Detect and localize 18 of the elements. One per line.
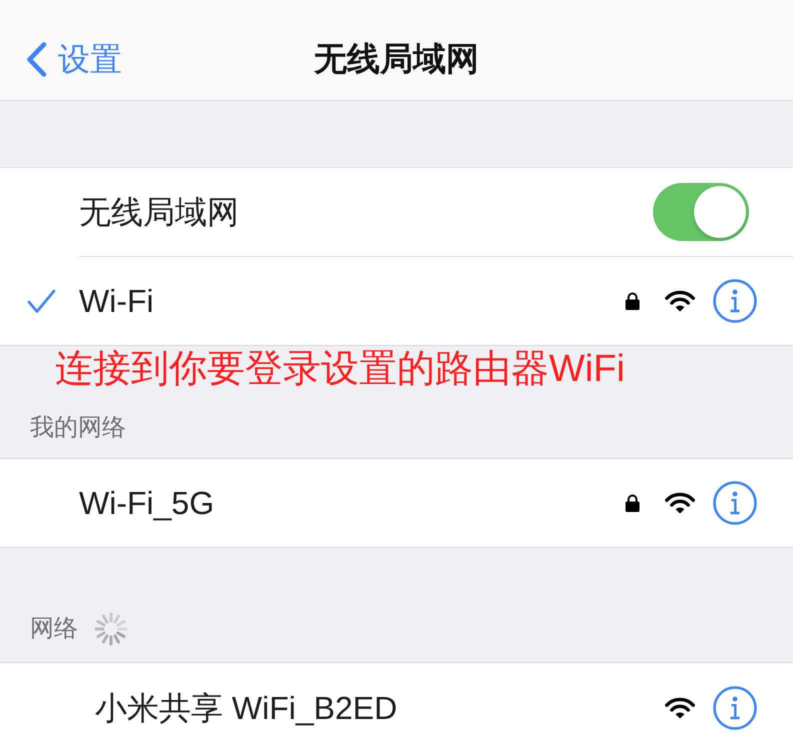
setting-label: 无线局域网 bbox=[79, 193, 240, 232]
section-header: 网络 bbox=[30, 615, 78, 643]
section-header: 我的网络 bbox=[30, 414, 126, 442]
info-icon bbox=[713, 481, 757, 525]
info-icon bbox=[713, 279, 757, 323]
network-name: Wi-Fi bbox=[79, 282, 155, 321]
wifi-icon bbox=[665, 492, 695, 514]
network-name: Wi-Fi_5G bbox=[79, 484, 216, 523]
page-title: 无线局域网 bbox=[314, 38, 479, 78]
info-icon bbox=[713, 686, 757, 730]
info-button[interactable] bbox=[713, 481, 757, 525]
info-button[interactable] bbox=[713, 686, 757, 730]
wifi-icon bbox=[665, 290, 695, 312]
chevron-left-icon bbox=[25, 40, 48, 78]
info-button[interactable] bbox=[713, 279, 757, 323]
annotation-text: 连接到你要登录设置的路由器WiFi bbox=[54, 347, 626, 392]
network-name: 小米共享 WiFi_B2ED bbox=[95, 689, 398, 728]
wifi-icon bbox=[665, 697, 695, 719]
